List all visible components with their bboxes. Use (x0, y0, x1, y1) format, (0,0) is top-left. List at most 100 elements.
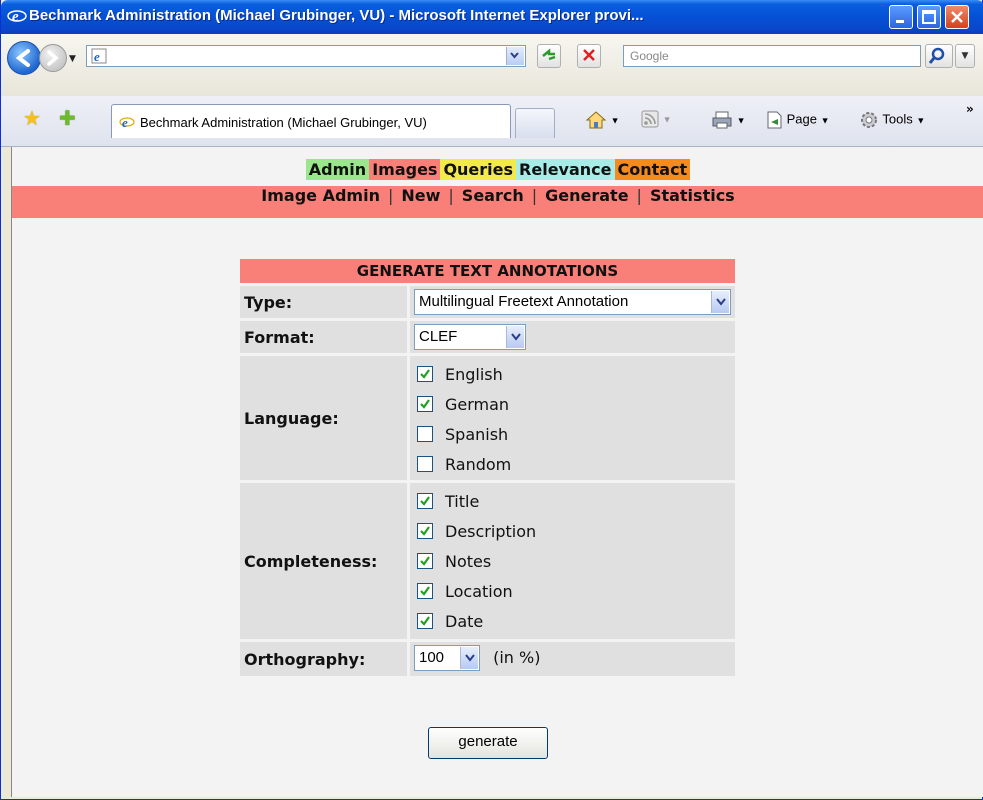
orthography-cell: 100 (in %) (410, 642, 735, 676)
history-dropdown-icon[interactable]: ▼ (69, 54, 76, 64)
option-label: German (445, 394, 510, 414)
checkmark-icon (420, 369, 430, 379)
nav-queries[interactable]: Queries (440, 159, 517, 180)
checkbox-location[interactable] (417, 583, 433, 599)
checkbox-random[interactable] (417, 456, 433, 472)
format-row: Format: CLEF (240, 321, 735, 353)
subnav-new[interactable]: New (401, 186, 440, 205)
home-button[interactable]: ▼ (585, 110, 620, 130)
tools-menu-button[interactable]: Tools ▼ (859, 110, 925, 130)
tab-row: ★ ✚ e Bechmark Administration (Michael G… (1, 96, 983, 147)
format-value: CLEF (419, 328, 458, 345)
back-button[interactable] (7, 41, 41, 75)
window-title: Bechmark Administration (Michael Grubing… (29, 7, 644, 24)
page-menu-label: Page (786, 111, 817, 127)
add-favorites-icon[interactable]: ✚ (59, 106, 76, 130)
subnav-separator: | (531, 186, 538, 205)
type-select[interactable]: Multilingual Freetext Annotation (414, 289, 731, 315)
subnav-statistics[interactable]: Statistics (650, 186, 735, 205)
orthography-label: Orthography: (240, 642, 407, 676)
close-button[interactable] (945, 5, 969, 29)
checkbox-description[interactable] (417, 523, 433, 539)
minimize-icon (896, 20, 904, 23)
language-option[interactable]: English (414, 359, 731, 389)
search-button[interactable] (925, 44, 953, 68)
print-button[interactable]: ▼ (711, 110, 746, 130)
toolbar-overflow-chevron[interactable]: » (966, 102, 974, 116)
language-option[interactable]: German (414, 389, 731, 419)
checkmark-icon (420, 586, 430, 596)
new-tab-button[interactable] (515, 108, 555, 138)
checkbox-title[interactable] (417, 493, 433, 509)
ie-logo-icon: e (7, 9, 27, 25)
gear-icon (861, 112, 877, 128)
page-icon (767, 111, 782, 129)
subnav-image-admin[interactable]: Image Admin (261, 186, 380, 205)
checkbox-notes[interactable] (417, 553, 433, 569)
language-option[interactable]: Random (414, 449, 731, 479)
svg-text:e: e (12, 9, 19, 25)
chevron-down-icon (711, 291, 729, 313)
forward-arrow-icon (47, 50, 59, 66)
page-menu-button[interactable]: Page ▼ (765, 110, 830, 130)
page-content: Admin Images Queries Relevance Contact Image… (11, 147, 983, 797)
generate-button[interactable]: generate (428, 727, 548, 759)
subnav-search[interactable]: Search (462, 186, 524, 205)
chevron-down-icon (460, 647, 478, 669)
feeds-button[interactable]: ▼ (641, 110, 672, 128)
search-input[interactable]: Google (623, 45, 921, 67)
address-dropdown-button[interactable] (506, 47, 524, 65)
tab-active[interactable]: e Bechmark Administration (Michael Grubi… (111, 104, 511, 138)
checkbox-spanish[interactable] (417, 426, 433, 442)
checkmark-icon (420, 526, 430, 536)
completeness-option[interactable]: Notes (414, 546, 731, 576)
nav-images[interactable]: Images (369, 159, 441, 180)
checkmark-icon (420, 399, 430, 409)
printer-icon (712, 111, 732, 129)
checkmark-icon (420, 616, 430, 626)
search-icon (928, 47, 945, 64)
orthography-value: 100 (419, 649, 445, 666)
checkmark-icon (420, 496, 430, 506)
maximize-button[interactable] (917, 5, 941, 29)
navigation-toolbar: ▼ e Google ▼ (1, 34, 983, 97)
subnav-separator: | (636, 186, 642, 205)
subnav-generate[interactable]: Generate (545, 186, 628, 205)
address-bar[interactable]: e (86, 45, 526, 67)
checkbox-date[interactable] (417, 613, 433, 629)
nav-relevance[interactable]: Relevance (516, 159, 615, 180)
nav-contact[interactable]: Contact (614, 159, 691, 180)
home-icon (585, 111, 607, 129)
completeness-option[interactable]: Title (414, 486, 731, 516)
chevron-down-icon (506, 326, 524, 348)
stop-button[interactable] (577, 44, 601, 68)
option-label: Spanish (445, 424, 509, 444)
completeness-option[interactable]: Date (414, 606, 731, 636)
back-arrow-icon (15, 49, 30, 67)
minimize-button[interactable] (889, 5, 913, 29)
completeness-row: Completeness: Title Description Notes Lo… (240, 483, 735, 639)
subnav-separator: | (448, 186, 454, 205)
language-row: Language: English German Spanish Random (240, 356, 735, 480)
nav-admin[interactable]: Admin (305, 159, 370, 180)
main-nav: Admin Images Queries Relevance Contact (12, 159, 983, 180)
format-select[interactable]: CLEF (414, 324, 526, 350)
close-icon (951, 11, 963, 23)
orthography-select[interactable]: 100 (414, 645, 480, 671)
refresh-icon (542, 48, 556, 61)
completeness-option[interactable]: Description (414, 516, 731, 546)
rss-feed-icon (641, 110, 659, 128)
favorites-star-icon[interactable]: ★ (23, 106, 41, 130)
tools-menu-label: Tools (882, 111, 913, 127)
type-label: Type: (240, 286, 407, 318)
format-cell: CLEF (410, 321, 735, 353)
language-option[interactable]: Spanish (414, 419, 731, 449)
completeness-options: Title Description Notes Location Date (410, 483, 735, 639)
svg-text:e: e (94, 49, 100, 64)
completeness-option[interactable]: Location (414, 576, 731, 606)
checkbox-english[interactable] (417, 366, 433, 382)
refresh-button[interactable] (537, 44, 561, 68)
search-options-dropdown[interactable]: ▼ (955, 44, 975, 68)
checkbox-german[interactable] (417, 396, 433, 412)
forward-button[interactable] (39, 44, 67, 72)
